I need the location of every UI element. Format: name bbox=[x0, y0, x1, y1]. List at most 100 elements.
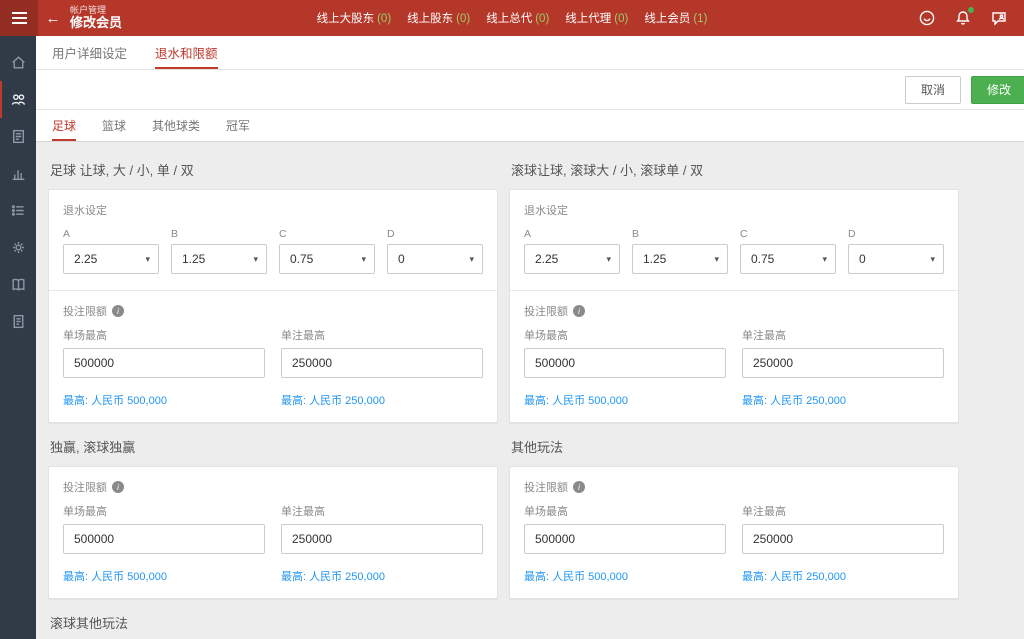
max-per-bet-input[interactable] bbox=[281, 348, 483, 378]
limits-row: 单场最高 最高: 人民币 500,000 单注最高 最高: 人民币 250,00… bbox=[524, 503, 944, 584]
notifications-bell-icon[interactable] bbox=[954, 9, 972, 27]
select-value: 0.75 bbox=[290, 252, 313, 266]
section-card: 退水设定 A 2.25▾ B 1.25▾ C 0.75▾ D bbox=[48, 189, 498, 423]
rebate-group-c: C 0.75 ▾ bbox=[279, 228, 375, 274]
rebate-option-label: C bbox=[279, 228, 375, 240]
field-label: 单注最高 bbox=[742, 327, 944, 343]
rebate-select-d[interactable]: 0▾ bbox=[848, 244, 944, 274]
list-icon bbox=[10, 202, 27, 219]
cancel-button[interactable]: 取消 bbox=[905, 76, 961, 104]
field-max-per-bet: 单注最高 最高: 人民币 250,000 bbox=[742, 327, 944, 408]
tab-rebate-limits[interactable]: 退水和限额 bbox=[155, 36, 218, 69]
rebate-select-c[interactable]: 0.75▾ bbox=[740, 244, 836, 274]
rebate-select-c[interactable]: 0.75 ▾ bbox=[279, 244, 375, 274]
back-arrow-icon[interactable]: ← bbox=[38, 10, 68, 27]
book-icon bbox=[10, 276, 27, 293]
field-max-per-bet: 单注最高 最高: 人民币 250,000 bbox=[281, 327, 483, 408]
document-icon bbox=[10, 128, 27, 145]
field-max-per-match: 单场最高 最高: 人民币 500,000 bbox=[63, 327, 265, 408]
toolbar: 取消 修改 bbox=[36, 70, 1024, 110]
tab-user-details[interactable]: 用户详细设定 bbox=[52, 36, 127, 69]
title-block: 帐户管理 修改会员 bbox=[70, 5, 122, 30]
max-per-match-input[interactable] bbox=[524, 348, 726, 378]
section-card: 退水设定 A 2.25▾ B 1.25▾ C 0.75▾ D bbox=[509, 189, 959, 423]
max-per-bet-input[interactable] bbox=[742, 348, 944, 378]
rebate-option-label: D bbox=[387, 228, 483, 240]
select-value: 0 bbox=[398, 252, 405, 266]
field-max-per-bet: 单注最高 最高: 人民币 250,000 bbox=[742, 503, 944, 584]
nav-online-master-agent[interactable]: 线上总代(0) bbox=[486, 10, 549, 26]
sport-tab-football[interactable]: 足球 bbox=[52, 110, 76, 141]
rebate-option-label: B bbox=[171, 228, 267, 240]
nav-online-shareholder[interactable]: 线上股东(0) bbox=[407, 10, 470, 26]
sidebar-item-members[interactable] bbox=[0, 81, 36, 118]
hamburger-menu-icon[interactable] bbox=[0, 0, 38, 36]
rebate-select-d[interactable]: 0▾ bbox=[387, 244, 483, 274]
rebate-group-a: A 2.25▾ bbox=[524, 228, 620, 274]
sidebar-item-ledger[interactable] bbox=[0, 266, 36, 303]
nav-online-member[interactable]: 线上会员(1) bbox=[644, 10, 707, 26]
field-label: 单场最高 bbox=[524, 327, 726, 343]
chevron-down-icon: ▾ bbox=[253, 254, 258, 265]
max-per-match-input[interactable] bbox=[524, 524, 726, 554]
sidebar-item-home[interactable] bbox=[0, 44, 36, 81]
support-icon[interactable] bbox=[918, 9, 936, 27]
sport-tab-champion[interactable]: 冠军 bbox=[226, 110, 250, 141]
max-per-bet-input[interactable] bbox=[742, 524, 944, 554]
sport-tab-basketball[interactable]: 篮球 bbox=[102, 110, 126, 141]
count-badge: (0) bbox=[614, 13, 628, 25]
sidebar-item-settings[interactable] bbox=[0, 229, 36, 266]
nav-online-super-shareholder[interactable]: 线上大股东(0) bbox=[317, 10, 392, 26]
count-badge: (0) bbox=[377, 13, 391, 25]
rebate-select-a[interactable]: 2.25▾ bbox=[524, 244, 620, 274]
section-title: 滚球其他玩法 bbox=[50, 613, 498, 632]
info-icon[interactable]: i bbox=[573, 481, 585, 493]
section-live-handicap-ou-oe: 滚球让球, 滚球大 / 小, 滚球单 / 双 退水设定 A 2.25▾ B 1.… bbox=[509, 148, 959, 423]
sidebar-item-records[interactable] bbox=[0, 303, 36, 340]
divider bbox=[510, 290, 958, 291]
max-per-match-input[interactable] bbox=[63, 348, 265, 378]
sidebar-item-reports[interactable] bbox=[0, 118, 36, 155]
count-badge: (1) bbox=[693, 13, 707, 25]
bet-limits-label: 投注限额i bbox=[524, 303, 944, 319]
max-per-match-input[interactable] bbox=[63, 524, 265, 554]
limits-row: 单场最高 最高: 人民币 500,000 单注最高 最高: 人民币 250,00… bbox=[524, 327, 944, 408]
rebate-select-a[interactable]: 2.25▾ bbox=[63, 244, 159, 274]
info-icon[interactable]: i bbox=[112, 481, 124, 493]
main-area: 用户详细设定 退水和限额 取消 修改 足球 篮球 其他球类 冠军 足球 让球, … bbox=[36, 36, 1024, 639]
section-title: 足球 让球, 大 / 小, 单 / 双 bbox=[50, 160, 498, 179]
sidebar-item-tasks[interactable] bbox=[0, 192, 36, 229]
count-badge: (0) bbox=[456, 13, 470, 25]
clipboard-icon bbox=[10, 313, 27, 330]
page-title: 修改会员 bbox=[70, 16, 122, 31]
page-tabs: 用户详细设定 退水和限额 bbox=[36, 36, 1024, 70]
info-icon[interactable]: i bbox=[573, 305, 585, 317]
bet-limits-label: 投注限额i bbox=[63, 303, 483, 319]
rebate-select-b[interactable]: 1.25▾ bbox=[171, 244, 267, 274]
rebate-group-d: D 0▾ bbox=[848, 228, 944, 274]
divider bbox=[49, 290, 497, 291]
field-max-per-match: 单场最高 最高: 人民币 500,000 bbox=[63, 503, 265, 584]
users-icon bbox=[10, 91, 27, 108]
section-card: 投注限额i 单场最高 最高: 人民币 500,000 单注最高 最高: 人民币 … bbox=[48, 466, 498, 599]
chevron-down-icon: ▾ bbox=[361, 254, 366, 265]
section-other-plays: 其他玩法 投注限额i 单场最高 最高: 人民币 500,000 单注最高 最高:… bbox=[509, 425, 959, 599]
limits-row: 单场最高 最高: 人民币 500,000 单注最高 最高: 人民币 250,00… bbox=[63, 327, 483, 408]
section-handicap-ou-oe: 足球 让球, 大 / 小, 单 / 双 退水设定 A 2.25▾ B 1.25▾… bbox=[48, 148, 498, 423]
submit-button[interactable]: 修改 bbox=[971, 76, 1024, 104]
select-value: 2.25 bbox=[535, 252, 558, 266]
field-label: 单场最高 bbox=[63, 503, 265, 519]
limits-row: 单场最高 最高: 人民币 500,000 单注最高 最高: 人民币 250,00… bbox=[63, 503, 483, 584]
bet-limits-label: 投注限额i bbox=[524, 479, 944, 495]
messages-icon[interactable] bbox=[990, 9, 1008, 27]
sport-tab-other-sports[interactable]: 其他球类 bbox=[152, 110, 200, 141]
limit-hint: 最高: 人民币 250,000 bbox=[742, 392, 944, 408]
sidebar-item-statistics[interactable] bbox=[0, 155, 36, 192]
rebate-settings-label: 退水设定 bbox=[524, 202, 944, 218]
rebate-select-b[interactable]: 1.25▾ bbox=[632, 244, 728, 274]
nav-online-agent[interactable]: 线上代理(0) bbox=[565, 10, 628, 26]
field-label: 单注最高 bbox=[742, 503, 944, 519]
info-icon[interactable]: i bbox=[112, 305, 124, 317]
max-per-bet-input[interactable] bbox=[281, 524, 483, 554]
select-value: 0.75 bbox=[751, 252, 774, 266]
